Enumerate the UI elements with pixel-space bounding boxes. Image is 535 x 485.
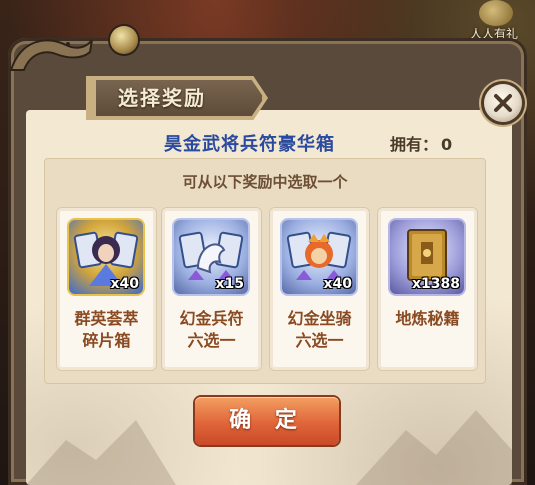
reward-qty: x15 (215, 276, 244, 292)
close-button[interactable] (484, 84, 522, 122)
reward-card-mount[interactable]: x40 幻金坐骑 六选一 (270, 208, 369, 370)
reward-name-line1: 幻金兵符 (179, 309, 244, 328)
dragon-ornament-icon (9, 39, 93, 71)
reward-name: 幻金兵符 六选一 (168, 308, 255, 352)
reward-name: 幻金坐骑 六选一 (276, 308, 363, 352)
reward-card-secret-book[interactable]: x1388 地炼秘籍 (378, 208, 477, 370)
mount-choice-icon: x40 (282, 220, 356, 294)
reward-card-hero-fragments[interactable]: x40 群英荟萃 碎片箱 (57, 208, 156, 370)
reward-name-line1: 地炼秘籍 (395, 309, 460, 328)
reward-name-line2: 六选一 (187, 331, 236, 350)
reward-name-line2: 六选一 (295, 331, 344, 350)
owned-value: 0 (441, 135, 453, 154)
package-name: 昊金武将兵符豪华箱 (164, 134, 335, 155)
orb-ornament-icon (110, 26, 138, 54)
reward-card-dragon-token[interactable]: x15 幻金兵符 六选一 (162, 208, 261, 370)
reward-name: 群英荟萃 碎片箱 (63, 308, 150, 352)
reward-name: 地炼秘籍 (384, 308, 471, 330)
reward-name-line2: 碎片箱 (82, 331, 131, 350)
dragon-token-choice-icon: x15 (174, 220, 248, 294)
secret-book-icon: x1388 (390, 220, 464, 294)
gift-icon (479, 0, 513, 26)
reward-qty: x40 (323, 276, 352, 292)
confirm-button[interactable]: 确 定 (195, 397, 339, 445)
owned-label: 拥有： (390, 135, 439, 154)
dialog-title: 选择奖励 (118, 86, 206, 110)
reward-qty: x40 (110, 276, 139, 292)
reward-name-line1: 幻金坐骑 (287, 309, 352, 328)
instruction-text: 可从以下奖励中选取一个 (182, 173, 348, 191)
close-icon (494, 94, 512, 112)
hero-fragment-box-icon: x40 (69, 220, 143, 294)
owned-count: 拥有： 0 (390, 131, 455, 155)
reward-name-line1: 群英荟萃 (74, 309, 139, 328)
reward-qty: x1388 (412, 276, 460, 292)
